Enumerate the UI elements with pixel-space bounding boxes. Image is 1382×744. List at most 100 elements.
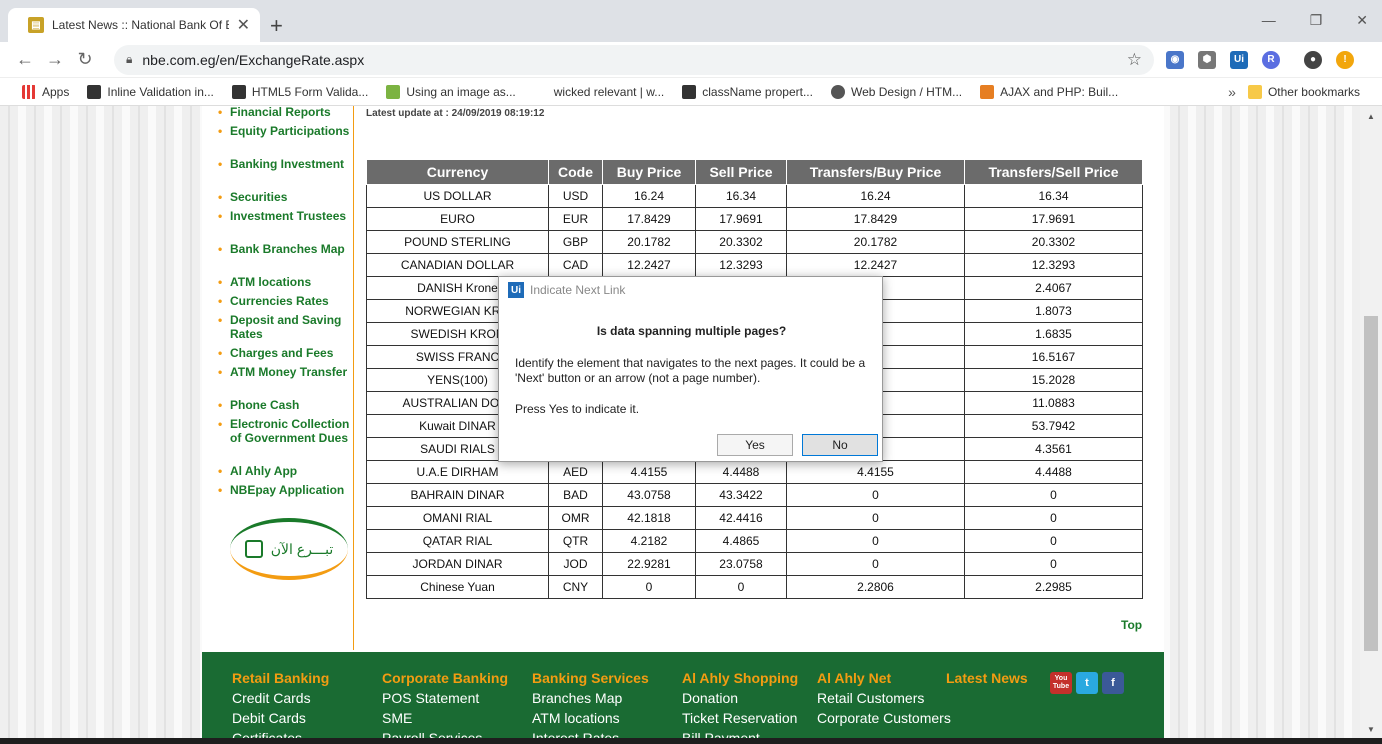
minimize-icon[interactable]: — bbox=[1262, 12, 1276, 29]
sidebar-item-investment-trustees[interactable]: Investment Trustees bbox=[218, 209, 352, 223]
bookmarks-overflow-button[interactable]: » bbox=[1228, 84, 1236, 100]
table-cell: 4.4488 bbox=[695, 460, 787, 484]
sidebar-item-electronic-collection[interactable]: Electronic Collection of Government Dues bbox=[218, 417, 352, 445]
reload-icon[interactable]: ↻ bbox=[70, 49, 100, 70]
table-row: Chinese Yuan CNY 0 0 2.2806 2.2985 bbox=[366, 575, 1143, 599]
table-cell: JORDAN DINAR bbox=[366, 552, 549, 576]
table-cell: 12.2427 bbox=[786, 253, 965, 277]
browser-tab[interactable]: ▤ Latest News :: National Bank Of E ✕ bbox=[8, 8, 260, 42]
bookmark-site-icon bbox=[682, 84, 697, 99]
footer-heading[interactable]: Corporate Banking bbox=[382, 670, 508, 686]
footer-link[interactable]: ATM locations bbox=[532, 710, 649, 726]
table-cell: 16.5167 bbox=[964, 345, 1143, 369]
address-bar[interactable]: 🔒︎ nbe.com.eg/en/ExchangeRate.aspx ☆ bbox=[114, 44, 1154, 75]
table-cell: 2.4067 bbox=[964, 276, 1143, 300]
table-cell: 1.6835 bbox=[964, 322, 1143, 346]
footer-link[interactable]: Ticket Reservation bbox=[682, 710, 798, 726]
sidebar-item-financial-reports[interactable]: Financial Reports bbox=[218, 106, 352, 119]
bookmark-item[interactable]: HTML5 Form Valida... bbox=[226, 84, 374, 99]
bookmark-site-icon bbox=[386, 84, 401, 99]
table-cell: 0 bbox=[602, 575, 696, 599]
footer-link[interactable]: POS Statement bbox=[382, 690, 508, 706]
sidebar-item-phone-cash[interactable]: Phone Cash bbox=[218, 398, 352, 412]
donate-now-banner[interactable]: تبـــرع الآن bbox=[230, 518, 348, 580]
cube-extension-icon[interactable]: ⬢ bbox=[1198, 50, 1216, 69]
sidebar-item-deposit-saving-rates[interactable]: Deposit and Saving Rates bbox=[218, 313, 352, 341]
sidebar-item-charges-fees[interactable]: Charges and Fees bbox=[218, 346, 352, 360]
table-cell: CNY bbox=[548, 575, 603, 599]
footer-link[interactable]: Corporate Customers bbox=[817, 710, 951, 726]
uipath-extension-icon[interactable]: Ui bbox=[1230, 50, 1248, 69]
footer-link[interactable]: Donation bbox=[682, 690, 798, 706]
twitter-icon[interactable]: t bbox=[1076, 672, 1098, 694]
vertical-scrollbar[interactable]: ▲ ▼ bbox=[1360, 106, 1382, 738]
no-button[interactable]: No bbox=[802, 434, 878, 456]
table-cell: OMANI RIAL bbox=[366, 506, 549, 530]
footer-heading[interactable]: Al Ahly Shopping bbox=[682, 670, 798, 686]
table-cell: 16.24 bbox=[786, 184, 965, 208]
table-cell: 17.9691 bbox=[695, 207, 787, 231]
bookmark-item[interactable]: wicked relevant | w... bbox=[528, 84, 671, 99]
sidebar-item-al-ahly-app[interactable]: Al Ahly App bbox=[218, 464, 352, 478]
footer-link[interactable]: Debit Cards bbox=[232, 710, 329, 726]
sidebar-item-banking-investment[interactable]: Banking Investment bbox=[218, 157, 352, 171]
sidebar-item-atm-money-transfer[interactable]: ATM Money Transfer bbox=[218, 365, 352, 379]
footer-heading[interactable]: Latest News bbox=[946, 670, 1028, 686]
bookmark-item[interactable]: Web Design / HTM... bbox=[825, 84, 968, 99]
table-cell: 23.0758 bbox=[695, 552, 787, 576]
sidebar-item-currencies-rates[interactable]: Currencies Rates bbox=[218, 294, 352, 308]
table-cell: 17.8429 bbox=[602, 207, 696, 231]
new-tab-button[interactable]: + bbox=[270, 13, 283, 39]
indicate-next-link-dialog: Ui Indicate Next Link Is data spanning m… bbox=[498, 276, 883, 462]
sidebar-item-equity-participations[interactable]: Equity Participations bbox=[218, 124, 352, 138]
table-cell: Chinese Yuan bbox=[366, 575, 549, 599]
r-extension-icon[interactable]: R bbox=[1262, 50, 1280, 69]
dialog-hint-text: Press Yes to indicate it. bbox=[515, 402, 640, 416]
url-text[interactable]: nbe.com.eg/en/ExchangeRate.aspx bbox=[142, 52, 1116, 68]
bookmark-label: Inline Validation in... bbox=[107, 84, 214, 99]
bookmark-label: HTML5 Form Valida... bbox=[251, 84, 369, 99]
facebook-icon[interactable]: f bbox=[1102, 672, 1124, 694]
yes-button[interactable]: Yes bbox=[717, 434, 793, 456]
footer-link[interactable]: Branches Map bbox=[532, 690, 649, 706]
bookmark-item[interactable]: Inline Validation in... bbox=[81, 84, 220, 99]
bookmark-star-icon[interactable]: ☆ bbox=[1127, 50, 1142, 70]
bookmark-item[interactable]: className propert... bbox=[676, 84, 819, 99]
top-link[interactable]: Top bbox=[1121, 618, 1142, 632]
table-row: JORDAN DINAR JOD 22.9281 23.0758 0 0 bbox=[366, 552, 1143, 576]
tab-close-icon[interactable]: ✕ bbox=[237, 15, 250, 35]
bookmark-label: className propert... bbox=[702, 84, 813, 99]
close-window-icon[interactable]: ✕ bbox=[1356, 12, 1368, 29]
update-alert-icon[interactable]: ! bbox=[1336, 50, 1354, 69]
footer-heading[interactable]: Banking Services bbox=[532, 670, 649, 686]
table-cell: 16.24 bbox=[602, 184, 696, 208]
footer-link[interactable]: Retail Customers bbox=[817, 690, 937, 706]
other-bookmarks-folder[interactable]: Other bookmarks bbox=[1242, 84, 1366, 99]
footer-link[interactable]: SME bbox=[382, 710, 508, 726]
table-cell: 4.4865 bbox=[695, 529, 787, 553]
sidebar-item-nbepay[interactable]: NBEpay Application bbox=[218, 483, 352, 497]
profile-avatar-icon[interactable]: ● bbox=[1304, 50, 1322, 69]
bookmark-apps[interactable]: Apps bbox=[16, 84, 75, 99]
bookmark-item[interactable]: AJAX and PHP: Buil... bbox=[974, 84, 1124, 99]
bookmark-label: Using an image as... bbox=[406, 84, 516, 99]
youtube-icon[interactable]: You Tube bbox=[1050, 672, 1072, 694]
scroll-down-arrow-icon[interactable]: ▼ bbox=[1367, 725, 1375, 734]
footer-heading[interactable]: Retail Banking bbox=[232, 670, 329, 686]
sidebar-item-securities[interactable]: Securities bbox=[218, 190, 352, 204]
sidebar-item-atm-locations[interactable]: ATM locations bbox=[218, 275, 352, 289]
forward-arrow-icon[interactable]: → bbox=[40, 49, 70, 70]
back-arrow-icon[interactable]: ← bbox=[10, 49, 40, 70]
footer-heading[interactable]: Al Ahly Net bbox=[817, 670, 937, 686]
footer-link[interactable]: Credit Cards bbox=[232, 690, 329, 706]
apps-grid-icon bbox=[22, 84, 36, 99]
bookmark-item[interactable]: Using an image as... bbox=[380, 84, 521, 99]
camera-extension-icon[interactable]: ◉ bbox=[1166, 50, 1184, 69]
maximize-icon[interactable]: ❐ bbox=[1310, 12, 1323, 29]
table-row: CANADIAN DOLLAR CAD 12.2427 12.3293 12.2427 1… bbox=[366, 253, 1143, 277]
table-cell: 0 bbox=[786, 529, 965, 553]
lock-icon: 🔒︎ bbox=[126, 52, 133, 66]
scrollbar-thumb[interactable] bbox=[1364, 316, 1378, 651]
scroll-up-arrow-icon[interactable]: ▲ bbox=[1367, 112, 1375, 121]
sidebar-item-bank-branches-map[interactable]: Bank Branches Map bbox=[218, 242, 352, 256]
